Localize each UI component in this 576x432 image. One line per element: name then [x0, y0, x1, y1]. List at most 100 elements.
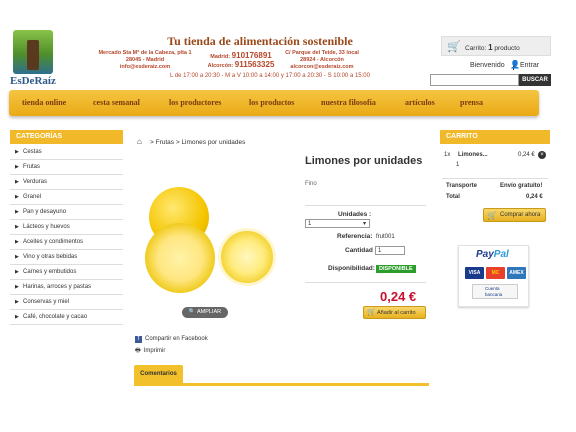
category-label: Verduras	[23, 179, 48, 185]
nav-productores[interactable]: los productores	[169, 98, 221, 107]
category-item[interactable]: ▶ Aceites y condimentos	[10, 235, 123, 250]
arrow-right-icon: ▶	[15, 209, 19, 215]
buy-now-button[interactable]: 🛒 Comprar ahora	[483, 208, 546, 222]
units-value: 1	[308, 221, 312, 227]
login-link[interactable]: Entrar	[520, 62, 539, 69]
share-facebook-link[interactable]: f Compartir en Facebook	[135, 336, 208, 343]
tab-underline	[134, 383, 429, 386]
search-button[interactable]: BUSCAR	[519, 74, 551, 86]
quantity-label: Cantidad	[345, 247, 373, 254]
category-item[interactable]: ▶ Frutas	[10, 160, 123, 175]
category-item[interactable]: ▶ Lácteos y huevos	[10, 220, 123, 235]
cart-item-qty: 1x	[444, 152, 451, 158]
category-item[interactable]: ▶ Verduras	[10, 175, 123, 190]
breadcrumb-separator: >	[150, 139, 154, 146]
header-cart[interactable]: 🛒 Carrito: 1 producto	[441, 36, 551, 56]
add-to-cart-label: Añadir al carrito	[377, 310, 416, 316]
nav-productos[interactable]: los productos	[249, 98, 294, 107]
product-title: Limones por unidades	[305, 155, 423, 167]
category-label: Pan y desayuno	[23, 209, 67, 215]
printer-icon: 🖶	[135, 348, 141, 354]
welcome-text: Bienvenido	[470, 62, 505, 69]
nav-filosofia[interactable]: nuestra filosofía	[321, 98, 376, 107]
category-item[interactable]: ▶ Pan y desayuno	[10, 205, 123, 220]
divider	[305, 282, 426, 283]
store-alcorcon-city: 28924 - Alcorcón	[300, 57, 344, 63]
phone-alcorcon-label: Alcorcón:	[207, 63, 234, 69]
units-select[interactable]: 1 ▾	[305, 219, 370, 228]
arrow-right-icon: ▶	[15, 284, 19, 290]
header-cart-summary: Carrito: 1 producto	[465, 43, 520, 52]
print-label: Imprimir	[143, 348, 166, 354]
total-value: 0,24 €	[526, 194, 543, 200]
divider	[305, 205, 426, 206]
paypal-logo-pal: Pal	[493, 249, 509, 260]
store-alcorcon: C/ Parque del Teide, 33 local 28924 - Al…	[272, 50, 372, 71]
reference-label: Referencia:	[337, 233, 373, 240]
store-madrid-city: 28045 - Madrid	[125, 57, 165, 63]
cart-label: Carrito:	[465, 45, 487, 52]
remove-item-icon[interactable]: ×	[538, 151, 546, 159]
category-label: Lácteos y huevos	[23, 224, 70, 230]
opening-hours: L de 17:00 a 20:30 - M a V 10:00 a 14:00…	[170, 73, 370, 79]
cart-item-units: 1	[456, 162, 460, 168]
category-item[interactable]: ▶ Carnes y embutidos	[10, 265, 123, 280]
lemon-slice-image	[218, 228, 276, 286]
logo[interactable]: EsDeRaíz	[10, 30, 56, 88]
arrow-right-icon: ▶	[15, 314, 19, 320]
store-alcorcon-email[interactable]: alcorcon@esderaiz.com	[272, 64, 372, 71]
store-madrid-email[interactable]: info@esderaiz.com	[90, 64, 200, 71]
tab-comments[interactable]: Comentarios	[134, 365, 183, 383]
facebook-icon: f	[135, 336, 142, 343]
product-price: 0,24 €	[380, 289, 417, 304]
paypal-badge: PayPal VISA MC AMEX Cuenta bancaria	[458, 245, 529, 307]
units-label: Unidades :	[338, 211, 372, 218]
category-item[interactable]: ▶ Conservas y miel	[10, 295, 123, 310]
visa-icon: VISA	[465, 267, 484, 279]
availability-badge: DISPONIBLE	[376, 265, 416, 273]
category-label: Café, chocolate y cacao	[23, 314, 88, 320]
cart-item-name[interactable]: Limones...	[458, 152, 488, 158]
search-input[interactable]	[430, 74, 519, 86]
lemon-half-image	[145, 223, 215, 293]
category-label: Carnes y embutidos	[23, 269, 77, 275]
zoom-label: AMPLIAR	[196, 309, 222, 315]
nav-prensa[interactable]: prensa	[460, 98, 483, 107]
arrow-right-icon: ▶	[15, 179, 19, 185]
user-icon: 👤	[510, 60, 520, 69]
bank-account-icon: Cuenta bancaria	[472, 284, 518, 299]
amex-icon: AMEX	[507, 267, 526, 279]
category-item[interactable]: ▶ Vino y otras bebidas	[10, 250, 123, 265]
divider	[442, 178, 548, 179]
category-item[interactable]: ▶ Cestas	[10, 145, 123, 160]
cart-icon: 🛒	[487, 211, 497, 220]
nav-cesta-semanal[interactable]: cesta semanal	[93, 98, 140, 107]
nav-tienda-online[interactable]: tienda online	[22, 98, 66, 107]
cart-item-price: 0,24 €	[518, 152, 535, 158]
nav-articulos[interactable]: artículos	[405, 98, 435, 107]
zoom-button[interactable]: 🔍 AMPLIAR	[182, 307, 228, 318]
category-label: Granel	[23, 194, 42, 200]
category-label: Frutas	[23, 164, 41, 170]
category-item[interactable]: ▶ Café, chocolate y cacao	[10, 310, 123, 325]
phone-madrid: 910176891	[231, 51, 272, 60]
category-label: Vino y otras bebidas	[23, 254, 78, 260]
quantity-input[interactable]: 1	[375, 246, 405, 255]
product-image[interactable]	[133, 183, 296, 318]
category-item[interactable]: ▶ Granel	[10, 190, 123, 205]
share-label: Compartir en Facebook	[145, 336, 208, 342]
breadcrumb-path[interactable]: Frutas > Limones por unidades	[156, 139, 246, 146]
breadcrumb: > Frutas > Limones por unidades	[150, 139, 245, 146]
home-icon[interactable]: ⌂	[137, 137, 142, 146]
add-to-cart-button[interactable]: 🛒 Añadir al carrito	[363, 306, 426, 319]
arrow-right-icon: ▶	[15, 299, 19, 305]
cart-unit: producto	[494, 45, 520, 52]
paypal-logo: PayPal	[476, 249, 509, 260]
tagline: Tu tienda de alimentación sostenible	[167, 34, 353, 48]
logo-tree-icon	[13, 30, 53, 74]
paypal-logo-pay: Pay	[476, 249, 494, 260]
arrow-right-icon: ▶	[15, 224, 19, 230]
print-link[interactable]: 🖶 Imprimir	[135, 346, 165, 356]
store-alcorcon-address: C/ Parque del Teide, 33 local	[285, 50, 359, 56]
category-item[interactable]: ▶ Harinas, arroces y pastas	[10, 280, 123, 295]
